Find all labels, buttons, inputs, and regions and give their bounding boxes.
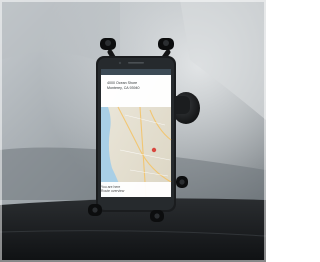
photo-illustration <box>0 0 266 262</box>
photo-scene: 4000 Ocean Shore Monterey, CA 93940 You … <box>0 0 266 262</box>
screen-bottom-info: You are here Route overview <box>101 185 163 194</box>
bottom-info-line-2: Route overview <box>101 189 125 194</box>
screen-address-header: 4000 Ocean Shore Monterey, CA 93940 <box>107 81 165 90</box>
location-pin-icon <box>151 147 157 153</box>
address-line-2: Monterey, CA 93940 <box>107 85 140 90</box>
